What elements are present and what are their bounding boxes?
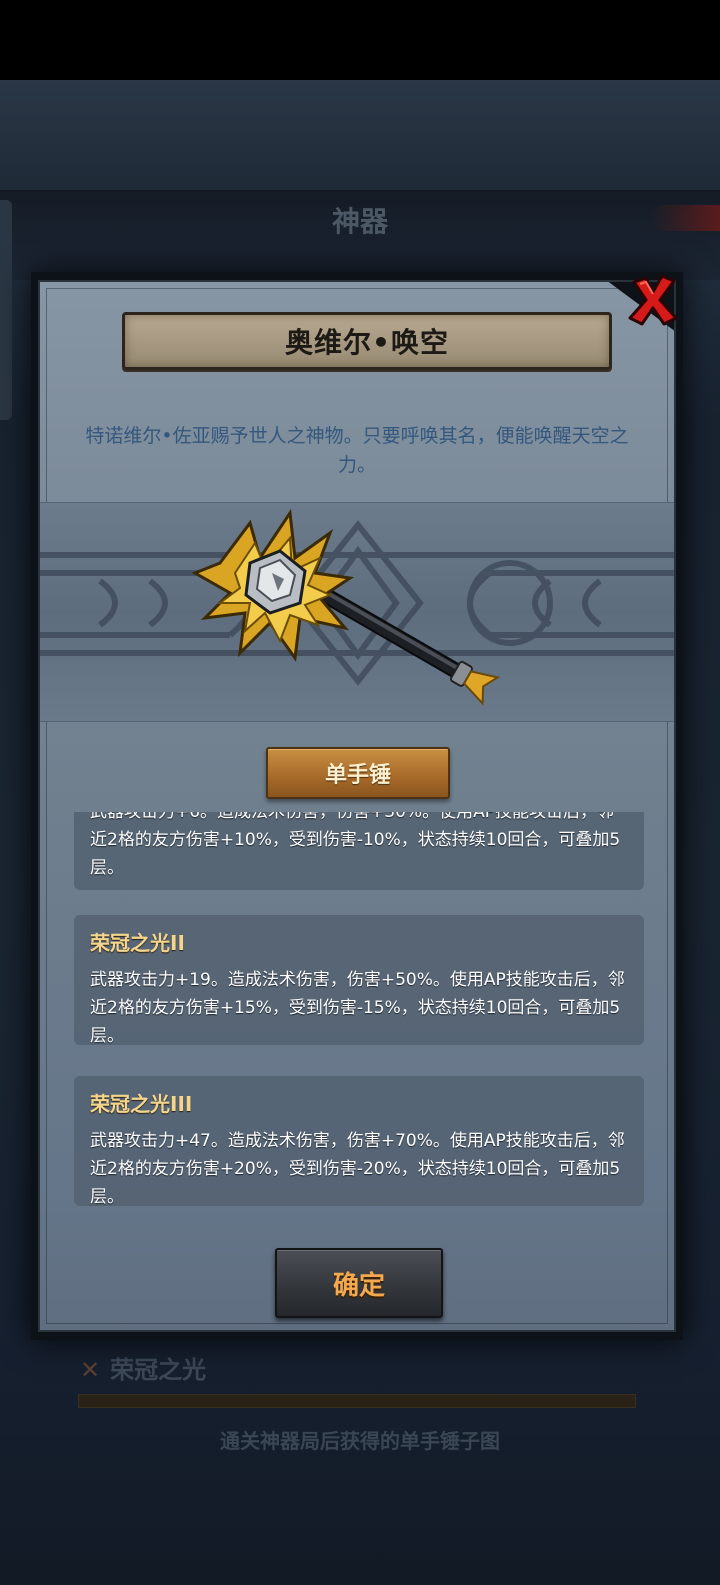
background-back-arrow-icon bbox=[650, 205, 720, 231]
skill-name: 荣冠之光II bbox=[90, 931, 185, 955]
close-x-icon bbox=[628, 274, 678, 326]
skill-card: 武器攻击力+6。造成法术伤害，伤害+30%。使用AP技能攻击后，邻近2格的友方伤… bbox=[74, 812, 644, 890]
weapon-name-banner: 奥维尔•唤空 bbox=[122, 312, 612, 370]
skill-name: 荣冠之光III bbox=[90, 1092, 193, 1116]
background-skill-label: ✕ 荣冠之光 bbox=[80, 1350, 206, 1385]
artifact-detail-dialog: 奥维尔•唤空 特诺维尔•佐亚赐予世人之神物。只要呼唤其名，便能唤醒天空之力。 单… bbox=[31, 272, 683, 1340]
close-button[interactable] bbox=[626, 272, 680, 328]
skill-description: 武器攻击力+47。造成法术伤害，伤害+70%。使用AP技能攻击后，邻近2格的友方… bbox=[90, 1131, 625, 1207]
background-skill-label-text: 荣冠之光 bbox=[110, 1356, 207, 1384]
golden-mace-icon bbox=[191, 508, 501, 706]
weapon-name: 奥维尔•唤空 bbox=[285, 326, 449, 359]
background-progress-bar bbox=[78, 1394, 636, 1408]
confirm-button[interactable]: 确定 bbox=[275, 1248, 443, 1318]
weapon-type-badge: 单手锤 bbox=[266, 747, 450, 799]
skill-description: 武器攻击力+19。造成法术伤害，伤害+50%。使用AP技能攻击后，邻近2格的友方… bbox=[90, 970, 625, 1046]
weapon-type-label: 单手锤 bbox=[324, 763, 391, 788]
background-hint-text: 通关神器局后获得的单手锤子图 bbox=[220, 1429, 500, 1453]
skill-card: 荣冠之光II 武器攻击力+19。造成法术伤害，伤害+50%。使用AP技能攻击后，… bbox=[74, 915, 644, 1046]
crossed-weapons-icon: ✕ bbox=[80, 1356, 101, 1384]
confirm-button-label: 确定 bbox=[332, 1270, 385, 1301]
skill-card: 荣冠之光III 武器攻击力+47。造成法术伤害，伤害+70%。使用AP技能攻击后… bbox=[74, 1076, 644, 1207]
weapon-description: 特诺维尔•佐亚赐予世人之神物。只要呼唤其名，便能唤醒天空之力。 bbox=[85, 425, 629, 476]
screen: 神器 ✕ 荣冠之光 通关神器局后获得的单手锤子图 奥维尔•唤空 特诺维尔•佐亚赐予… bbox=[0, 0, 720, 1585]
background-side-tab bbox=[0, 200, 12, 420]
skill-list[interactable]: 武器攻击力+6。造成法术伤害，伤害+30%。使用AP技能攻击后，邻近2格的友方伤… bbox=[40, 812, 674, 1240]
dialog-body: 奥维尔•唤空 特诺维尔•佐亚赐予世人之神物。只要呼唤其名，便能唤醒天空之力。 单… bbox=[38, 280, 676, 1332]
weapon-showcase bbox=[40, 502, 674, 722]
background-title: 神器 bbox=[331, 205, 388, 238]
skill-description: 武器攻击力+6。造成法术伤害，伤害+30%。使用AP技能攻击后，邻近2格的友方伤… bbox=[90, 812, 621, 878]
background-header bbox=[0, 80, 720, 190]
